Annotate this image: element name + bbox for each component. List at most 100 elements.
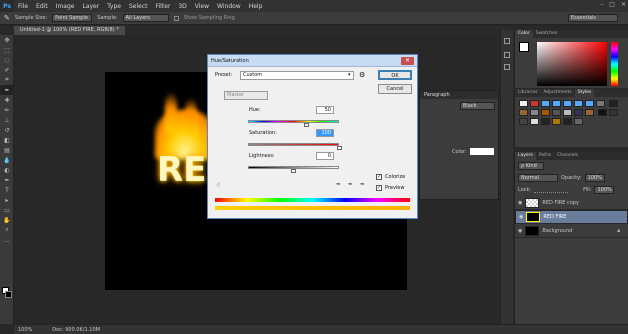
fill-input[interactable]: 100% [594,186,615,194]
style-swatch[interactable] [530,109,539,116]
eyedropper-icon[interactable]: ✒ [336,181,341,188]
tab-paths[interactable]: Paths [536,152,554,160]
hand-tool-icon[interactable]: ✋ [0,215,14,225]
healing-tool-icon[interactable]: ✚ [0,95,14,105]
stamp-tool-icon[interactable]: ⊥ [0,115,14,125]
layer-row[interactable]: ◉ RED FIRE copy [515,196,628,210]
lasso-tool-icon[interactable]: ◌ [0,55,14,65]
style-swatch[interactable] [574,118,583,125]
quick-select-tool-icon[interactable]: ✐ [0,65,14,75]
style-swatch[interactable] [541,109,550,116]
layer-row-selected[interactable]: ◉ RED FIRE [515,210,628,224]
hue-slider-track[interactable] [248,120,339,123]
lightness-input[interactable]: 0 [316,152,334,160]
style-swatch[interactable] [552,109,561,116]
preset-select[interactable]: Custom [240,71,354,80]
gradient-tool-icon[interactable]: ▤ [0,145,14,155]
background-color-swatch[interactable] [5,291,12,298]
style-swatch[interactable] [530,100,539,107]
more-tools-icon[interactable]: … [0,235,14,245]
style-swatch[interactable] [519,118,528,125]
font-style-select[interactable]: Black [460,102,495,110]
show-sampling-ring-checkbox[interactable] [173,15,179,21]
style-swatch[interactable] [541,100,550,107]
layer-filter-select[interactable]: ρ Kind [518,162,544,170]
path-select-tool-icon[interactable]: ▸ [0,195,14,205]
color-field[interactable] [537,42,607,86]
style-swatch[interactable] [608,109,618,116]
menu-help[interactable]: Help [245,3,267,10]
marquee-tool-icon[interactable]: ⬚ [0,45,14,55]
dodge-tool-icon[interactable]: ◐ [0,165,14,175]
visibility-eye-icon[interactable]: ◉ [518,200,522,206]
brush-tool-icon[interactable]: ✏ [0,105,14,115]
menu-edit[interactable]: Edit [32,3,52,10]
eyedropper-minus-icon[interactable]: ✒ [360,181,365,188]
maximize-button[interactable]: □ [609,1,615,8]
menu-type[interactable]: Type [103,3,125,10]
dialog-close-button[interactable]: ✕ [401,57,414,65]
opacity-input[interactable]: 100% [584,174,605,182]
move-tool-icon[interactable]: ✥ [0,35,14,45]
eyedropper-icon[interactable]: ✎ [4,14,10,22]
style-swatch[interactable] [585,100,594,107]
blend-mode-select[interactable]: Normal [518,174,558,182]
paragraph-tab[interactable]: Paragraph [420,91,498,99]
cancel-button[interactable]: Cancel [378,84,412,94]
menu-3d[interactable]: 3D [174,3,190,10]
sample-size-select[interactable]: Point Sample [52,14,93,22]
menu-filter[interactable]: Filter [152,3,175,10]
paragraph-panel-icon[interactable] [504,64,510,70]
menu-file[interactable]: File [14,3,32,10]
dialog-title-bar[interactable]: Hue/Saturation [208,55,417,67]
shape-tool-icon[interactable]: ▭ [0,205,14,215]
eyedropper-plus-icon[interactable]: ✒ [348,181,353,188]
menu-layer[interactable]: Layer [78,3,103,10]
tab-adjustments[interactable]: Adjustments [540,89,574,97]
style-swatch[interactable] [563,118,572,125]
tab-channels[interactable]: Channels [554,152,581,160]
style-swatch[interactable] [574,109,583,116]
fg-bg-swatch[interactable] [519,42,529,52]
tab-color[interactable]: Color [515,30,533,38]
saturation-input[interactable]: 100 [316,129,334,137]
zoom-tool-icon[interactable]: ⌕ [0,225,14,235]
eyedropper-tool-icon[interactable]: ✒ [0,85,14,95]
menu-view[interactable]: View [191,3,213,10]
style-swatch[interactable] [597,109,607,116]
saturation-slider-track[interactable] [248,143,339,146]
preview-checkbox[interactable]: ✓ [376,185,382,191]
minimize-button[interactable]: – [600,1,603,8]
saturation-slider-thumb[interactable] [336,146,342,150]
history-panel-icon[interactable] [504,38,510,44]
tab-styles[interactable]: Styles [574,89,595,97]
hue-input[interactable]: 50 [316,106,334,114]
close-window-button[interactable]: ✕ [621,1,626,8]
style-swatch[interactable] [585,109,594,116]
style-swatch[interactable] [552,100,561,107]
style-swatch[interactable] [552,118,561,125]
colorize-checkbox[interactable]: ✓ [376,174,382,180]
visibility-eye-icon[interactable]: ◉ [519,214,523,221]
properties-panel-icon[interactable] [504,52,510,58]
type-tool-icon[interactable]: T [0,185,14,195]
targeted-adjustment-hand-icon[interactable]: ☝ [216,181,220,189]
history-brush-icon[interactable]: ↺ [0,125,14,135]
hue-strip[interactable] [611,42,618,86]
tab-layers[interactable]: Layers [515,152,536,160]
preset-options-gear-icon[interactable]: ⚙ [359,71,365,79]
crop-tool-icon[interactable]: ⌗ [0,75,14,85]
channel-select[interactable]: Master [224,91,268,100]
style-swatch[interactable] [519,100,528,107]
lock-icons[interactable] [534,188,569,193]
eraser-tool-icon[interactable]: ◧ [0,135,14,145]
blur-tool-icon[interactable]: 💧 [0,155,14,165]
sample-select[interactable]: All Layers [122,14,169,22]
ok-button[interactable]: OK [378,70,412,80]
zoom-level[interactable]: 100% [18,327,32,333]
pen-tool-icon[interactable]: ✒ [0,175,14,185]
tab-libraries[interactable]: Libraries [515,89,540,97]
layer-row[interactable]: ◉ Background 🔒︎ [515,224,628,238]
style-swatch[interactable] [563,100,572,107]
menu-image[interactable]: Image [52,3,79,10]
